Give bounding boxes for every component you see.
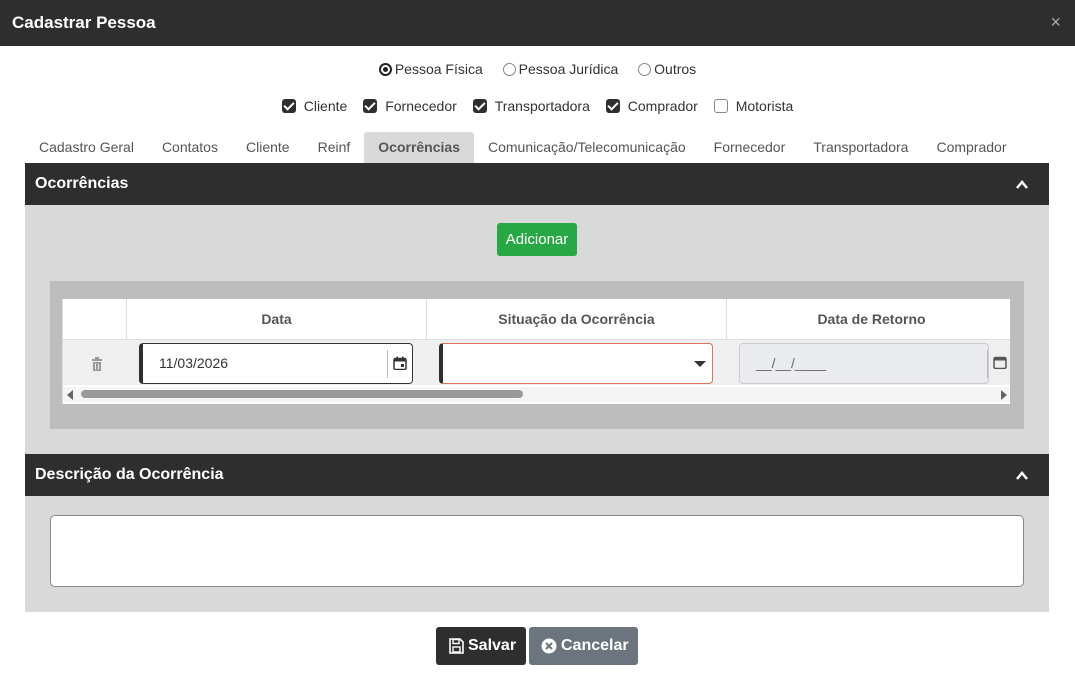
floppy-disk-icon	[449, 638, 464, 654]
checkbox-motorista[interactable]: Motorista	[713, 98, 794, 114]
scroll-right-icon[interactable]	[1001, 390, 1007, 400]
tab-reinf[interactable]: Reinf	[304, 132, 365, 163]
dialog-titlebar: Cadastrar Pessoa ×	[0, 0, 1075, 46]
column-header-data-retorno: Data de Retorno	[726, 299, 1010, 340]
radio-pessoa-fisica[interactable]: Pessoa Física	[378, 61, 483, 77]
grid-header-row: Data Situação da Ocorrência Data de Reto…	[63, 299, 1010, 340]
checkbox-icon[interactable]	[713, 99, 728, 113]
cancel-label: Cancelar	[561, 637, 629, 654]
scroll-left-icon[interactable]	[67, 390, 73, 400]
date-field[interactable]: 11/03/2026	[139, 343, 413, 384]
occurrences-panel-header[interactable]: Ocorrências	[25, 163, 1049, 205]
column-header-data: Data	[126, 299, 426, 340]
checkbox-icon[interactable]	[605, 99, 620, 113]
tab-cadastro-geral[interactable]: Cadastro Geral	[25, 132, 148, 163]
tab-fornecedor[interactable]: Fornecedor	[700, 132, 800, 163]
chevron-up-icon[interactable]	[1015, 469, 1029, 483]
radio-icon[interactable]	[638, 62, 652, 76]
close-circle-icon	[541, 638, 557, 654]
checkbox-fornecedor[interactable]: Fornecedor	[363, 98, 457, 114]
checkbox-label: Cliente	[303, 98, 348, 114]
column-header-situacao: Situação da Ocorrência	[426, 299, 726, 340]
close-icon[interactable]: ×	[1050, 12, 1061, 32]
checkbox-label: Transportadora	[494, 98, 590, 114]
cancel-button[interactable]: Cancelar	[529, 627, 638, 665]
tab-contatos[interactable]: Contatos	[148, 132, 232, 163]
description-textarea[interactable]	[50, 515, 1024, 587]
divider	[987, 350, 988, 378]
checkbox-label: Comprador	[627, 98, 698, 114]
occurrences-panel-title: Ocorrências	[35, 175, 129, 192]
radio-label: Outros	[654, 61, 697, 77]
return-date-placeholder: __/__/____	[756, 355, 827, 371]
save-label: Salvar	[468, 637, 517, 654]
checkbox-label: Motorista	[735, 98, 794, 114]
situation-select[interactable]	[439, 343, 713, 384]
radio-icon[interactable]	[502, 62, 516, 76]
tab-bar: Cadastro Geral Contatos Cliente Reinf Oc…	[25, 132, 1049, 163]
person-type-group: Pessoa Física Pessoa Jurídica Outros	[0, 61, 1075, 79]
radio-pessoa-juridica[interactable]: Pessoa Jurídica	[502, 61, 619, 77]
chevron-up-icon[interactable]	[1015, 178, 1029, 192]
horizontal-scrollbar[interactable]	[63, 387, 1010, 402]
tab-transportadora[interactable]: Transportadora	[799, 132, 922, 163]
checkbox-comprador[interactable]: Comprador	[605, 98, 698, 114]
description-panel-title: Descrição da Ocorrência	[35, 466, 224, 483]
checkbox-icon[interactable]	[363, 99, 378, 113]
calendar-icon[interactable]	[393, 356, 407, 370]
occurrences-grid-container: Data Situação da Ocorrência Data de Reto…	[50, 281, 1024, 429]
description-panel-header[interactable]: Descrição da Ocorrência	[25, 454, 1049, 496]
tab-comprador[interactable]: Comprador	[922, 132, 1020, 163]
occurrences-grid: Data Situação da Ocorrência Data de Reto…	[62, 299, 1010, 404]
scrollbar-thumb[interactable]	[81, 390, 523, 398]
radio-label: Pessoa Jurídica	[518, 61, 619, 77]
calendar-icon[interactable]	[993, 355, 1007, 369]
checkbox-label: Fornecedor	[385, 98, 457, 114]
divider	[387, 350, 388, 378]
radio-label: Pessoa Física	[394, 61, 483, 77]
add-button[interactable]: Adicionar	[497, 223, 577, 256]
return-date-field[interactable]: __/__/____	[739, 343, 989, 384]
dialog-title: Cadastrar Pessoa	[12, 13, 156, 32]
trash-icon[interactable]	[91, 357, 103, 371]
table-row: 11/03/2026 __/__/____	[63, 340, 1010, 385]
chevron-down-icon[interactable]	[694, 361, 706, 367]
tab-ocorrencias[interactable]: Ocorrências	[364, 132, 474, 163]
save-button[interactable]: Salvar	[436, 627, 526, 665]
checkbox-transportadora[interactable]: Transportadora	[472, 98, 590, 114]
tab-comunicacao[interactable]: Comunicação/Telecomunicação	[474, 132, 700, 163]
radio-icon[interactable]	[378, 62, 392, 76]
checkbox-icon[interactable]	[472, 99, 487, 113]
radio-outros[interactable]: Outros	[638, 61, 696, 77]
checkbox-cliente[interactable]: Cliente	[281, 98, 348, 114]
date-value: 11/03/2026	[159, 355, 229, 371]
checkbox-icon[interactable]	[281, 99, 296, 113]
tab-cliente[interactable]: Cliente	[232, 132, 304, 163]
roles-group: Cliente Fornecedor Transportadora Compra…	[0, 98, 1075, 116]
